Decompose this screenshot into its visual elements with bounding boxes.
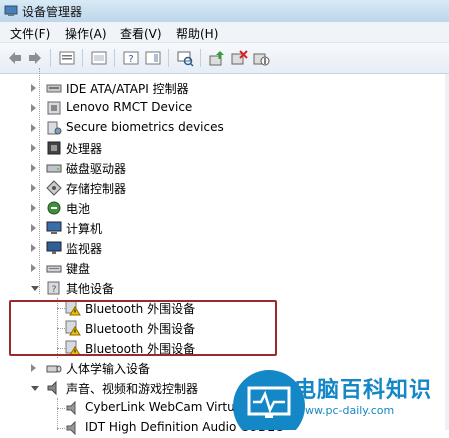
- expand-arrow-icon[interactable]: [31, 144, 36, 152]
- menu-help[interactable]: 帮助(H): [176, 25, 218, 42]
- disable-device-icon[interactable]: [252, 49, 270, 67]
- tree-item-label: CyberLink WebCam Virtual: [85, 400, 246, 414]
- sound-icon: [47, 380, 57, 396]
- ide-controller-icon: [46, 84, 62, 93]
- forward-arrow-icon[interactable]: [26, 49, 44, 67]
- list-view-icon[interactable]: [90, 49, 108, 67]
- tree-connector: [39, 68, 40, 294]
- expand-arrow-icon[interactable]: [31, 224, 36, 232]
- keyboard-icon: [46, 265, 62, 273]
- tree-item-label: 声音、视频和游戏控制器: [66, 382, 199, 396]
- battery-icon: [47, 201, 61, 215]
- title-bar: 设备管理器: [0, 0, 449, 22]
- tree-item-label: 存储控制器: [66, 182, 127, 196]
- device-manager-icon: [4, 5, 18, 16]
- expand-arrow-icon[interactable]: [31, 264, 36, 272]
- expand-arrow-icon[interactable]: [31, 364, 36, 372]
- toolbar-separator: [200, 49, 201, 67]
- show-details-icon[interactable]: [144, 49, 162, 67]
- expand-arrow-icon[interactable]: [31, 164, 36, 172]
- tree-item-label: 磁盘驱动器: [66, 162, 127, 176]
- tree-connector: [57, 428, 65, 429]
- uninstall-icon[interactable]: [230, 49, 248, 67]
- menu-action[interactable]: 操作(A): [65, 25, 107, 42]
- tree-item-label: Lenovo RMCT Device: [66, 100, 193, 114]
- tree-item-label: 监视器: [66, 242, 103, 256]
- svg-text:?: ?: [128, 54, 133, 65]
- disk-drive-icon: [46, 164, 62, 173]
- tree-item-label: 人体学输入设备: [66, 362, 151, 376]
- watermark-name: 电脑百科知识: [294, 378, 433, 403]
- tree-connector: [57, 398, 58, 430]
- expand-arrow-icon[interactable]: [31, 244, 36, 252]
- expand-arrow-icon[interactable]: [31, 184, 36, 192]
- tree-item-label: 其他设备: [66, 282, 115, 296]
- tree-item-label: 键盘: [66, 262, 91, 276]
- storage-controller-icon: [46, 180, 62, 196]
- computer-icon: [46, 221, 62, 234]
- toolbar-separator: [50, 49, 51, 67]
- biometric-icon: [47, 121, 62, 135]
- collapse-arrow-icon[interactable]: [31, 286, 39, 291]
- other-devices-icon: ?: [47, 281, 60, 295]
- device-icon: [47, 101, 61, 115]
- toolbar: ?: [0, 43, 449, 74]
- back-arrow-icon[interactable]: [6, 49, 24, 67]
- toolbar-separator: [82, 49, 83, 67]
- tree-connector: [57, 408, 65, 409]
- menu-bar: 文件(F) 操作(A) 查看(V) 帮助(H): [0, 22, 449, 43]
- menu-file[interactable]: 文件(F): [10, 25, 50, 42]
- sound-device-icon: [66, 400, 76, 416]
- highlight-box: [9, 300, 277, 356]
- sound-device-icon: [66, 420, 76, 436]
- scan-hardware-icon[interactable]: [176, 49, 194, 67]
- tree-item-label: 处理器: [66, 142, 103, 156]
- update-driver-icon[interactable]: [208, 49, 226, 67]
- watermark-url: www.pc-daily.com: [296, 404, 395, 417]
- hid-icon: [46, 365, 62, 373]
- expand-arrow-icon[interactable]: [31, 204, 36, 212]
- tree-item-label: Secure biometrics devices: [66, 120, 224, 134]
- tree-item-label: 电池: [66, 202, 91, 216]
- window-title: 设备管理器: [22, 5, 83, 19]
- properties-icon[interactable]: [58, 49, 76, 67]
- expand-arrow-icon[interactable]: [31, 104, 36, 112]
- collapse-arrow-icon[interactable]: [31, 386, 39, 391]
- svg-text:?: ?: [52, 285, 57, 295]
- toolbar-separator: [114, 49, 115, 67]
- menu-view[interactable]: 查看(V): [120, 25, 162, 42]
- processor-icon: [47, 141, 61, 155]
- tree-item-label: 计算机: [66, 222, 103, 236]
- monitor-icon: [46, 241, 62, 254]
- help-icon[interactable]: ?: [122, 49, 140, 67]
- expand-arrow-icon[interactable]: [31, 124, 36, 132]
- tree-item-label: IDE ATA/ATAPI 控制器: [66, 82, 189, 96]
- toolbar-separator: [168, 49, 169, 67]
- expand-arrow-icon[interactable]: [31, 84, 36, 92]
